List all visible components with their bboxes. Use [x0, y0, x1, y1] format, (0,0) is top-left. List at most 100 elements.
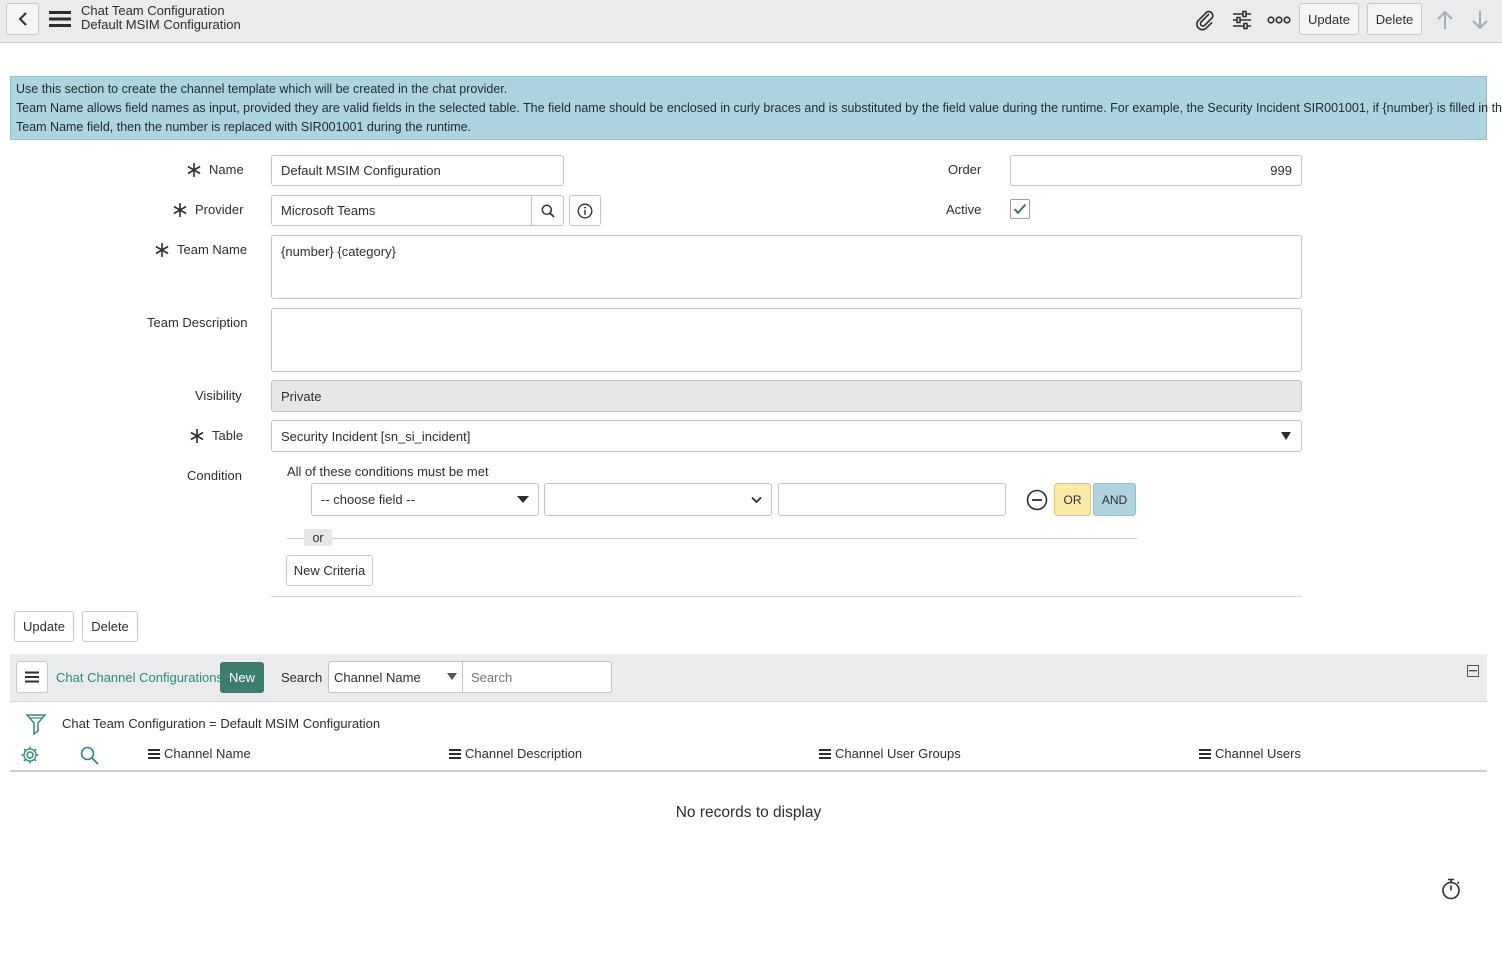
column-label: Channel Description	[465, 746, 583, 761]
minus-circle-icon	[1026, 489, 1048, 511]
order-field[interactable]: 999	[1010, 155, 1302, 186]
sliders-icon	[1233, 10, 1251, 30]
operator-select[interactable]	[544, 483, 772, 516]
more-options-button[interactable]	[1266, 7, 1292, 33]
active-checkbox[interactable]	[1010, 199, 1030, 219]
form-header: Chat Team Configuration Default MSIM Con…	[0, 0, 1502, 43]
column-menu-icon[interactable]	[148, 748, 160, 759]
info-message: Use this section to create the channel t…	[10, 76, 1502, 140]
provider-field[interactable]: Microsoft Teams	[271, 195, 532, 226]
info-icon	[577, 203, 593, 218]
filter-icon	[25, 714, 47, 736]
remove-condition-button[interactable]	[1025, 488, 1049, 512]
table-select-value: Security Incident [sn_si_incident]	[281, 428, 471, 444]
arrow-up-icon	[1437, 10, 1453, 29]
collapse-icon	[1469, 670, 1477, 672]
column-header-channel-name[interactable]: Channel Name	[148, 746, 251, 761]
empty-list-message: No records to display	[675, 804, 822, 821]
required-icon	[155, 243, 169, 257]
more-icon	[1267, 16, 1291, 24]
search-input[interactable]	[462, 661, 612, 693]
arrow-down-icon	[1472, 11, 1488, 30]
column-label: Channel Users	[1215, 746, 1301, 761]
active-label: Active	[946, 202, 982, 217]
delete-button[interactable]: Delete	[82, 611, 138, 642]
update-button[interactable]: Update	[14, 611, 74, 642]
condition-value-input[interactable]	[778, 483, 1006, 516]
previous-record-button[interactable]	[1432, 7, 1458, 33]
back-button[interactable]	[6, 3, 39, 35]
column-menu-icon[interactable]	[449, 748, 461, 759]
filter-breadcrumb[interactable]: Chat Team Configuration = Default MSIM C…	[62, 716, 380, 731]
info-line: Use this section to create the channel t…	[16, 82, 508, 96]
condition-heading: All of these conditions must be met	[287, 464, 489, 479]
provider-lookup-button[interactable]	[531, 195, 564, 226]
required-icon	[173, 203, 187, 217]
column-label: Channel User Groups	[835, 746, 961, 761]
choose-field-value: -- choose field --	[321, 492, 415, 507]
attachment-button[interactable]	[1192, 7, 1218, 33]
menu-icon	[49, 11, 71, 27]
column-menu-icon[interactable]	[1199, 748, 1211, 759]
caret-down-icon	[447, 673, 457, 680]
name-label: Name	[209, 162, 244, 177]
search-label: Search	[281, 670, 323, 685]
next-record-button[interactable]	[1467, 7, 1493, 33]
related-list-title[interactable]: Chat Channel Configurations	[56, 670, 223, 685]
or-divider-line	[287, 538, 1137, 539]
search-icon	[541, 204, 555, 218]
personalize-button[interactable]	[1229, 7, 1255, 33]
related-list-header: Chat Channel Configurations New Search C…	[10, 654, 1487, 702]
team-description-field[interactable]	[271, 308, 1302, 372]
column-menu-icon[interactable]	[819, 748, 831, 759]
caret-down-icon	[517, 495, 529, 503]
list-menu-button[interactable]	[16, 661, 48, 693]
header-subtitle: Default MSIM Configuration	[81, 17, 241, 32]
column-header-channel-user-groups[interactable]: Channel User Groups	[819, 746, 961, 761]
visibility-field: Private	[271, 380, 1302, 412]
provider-label: Provider	[195, 202, 244, 217]
team-description-label: Team Description	[147, 315, 248, 330]
name-field[interactable]: Default MSIM Configuration	[271, 155, 564, 186]
header-update-button[interactable]: Update	[1299, 3, 1359, 35]
response-time-button[interactable]	[1440, 877, 1462, 901]
team-name-field[interactable]: {number} {category}	[271, 235, 1302, 299]
team-name-label: Team Name	[177, 242, 248, 257]
or-button[interactable]: OR	[1054, 483, 1091, 516]
header-title: Chat Team Configuration	[81, 3, 225, 18]
menu-button[interactable]	[48, 8, 72, 30]
back-icon	[18, 12, 27, 26]
table-select[interactable]: Security Incident [sn_si_incident]	[271, 420, 1302, 452]
provider-info-button[interactable]	[569, 195, 601, 226]
required-icon	[187, 163, 201, 177]
gear-icon	[21, 746, 39, 764]
visibility-label: Visibility	[195, 388, 242, 403]
new-criteria-button[interactable]: New Criteria	[286, 555, 373, 586]
table-header-divider	[10, 770, 1487, 772]
collapse-button[interactable]	[1467, 665, 1479, 677]
column-label: Channel Name	[164, 746, 251, 761]
form-divider	[271, 596, 1302, 597]
column-header-channel-users[interactable]: Channel Users	[1199, 746, 1301, 761]
filter-button[interactable]	[25, 713, 47, 736]
condition-label: Condition	[187, 468, 242, 483]
or-divider-label: or	[304, 529, 332, 546]
paperclip-icon	[1196, 10, 1214, 31]
info-line: Team Name allows field names as input, p…	[16, 101, 1502, 115]
header-delete-button[interactable]: Delete	[1367, 3, 1422, 35]
order-label: Order	[948, 162, 982, 177]
choose-field-select[interactable]: -- choose field --	[311, 483, 539, 516]
chevron-down-icon	[751, 496, 762, 503]
list-search-button[interactable]	[80, 746, 100, 766]
and-button[interactable]: AND	[1093, 483, 1136, 516]
list-settings-button[interactable]	[20, 745, 40, 765]
new-button[interactable]: New	[220, 662, 264, 693]
column-header-channel-description[interactable]: Channel Description	[449, 746, 582, 761]
stopwatch-icon	[1442, 878, 1460, 900]
required-icon	[190, 429, 204, 443]
menu-icon	[25, 671, 39, 683]
search-field-value: Channel Name	[334, 669, 421, 685]
info-line: Team Name field, then the number is repl…	[16, 120, 472, 134]
search-icon	[80, 746, 99, 765]
search-field-select[interactable]: Channel Name	[328, 661, 463, 693]
